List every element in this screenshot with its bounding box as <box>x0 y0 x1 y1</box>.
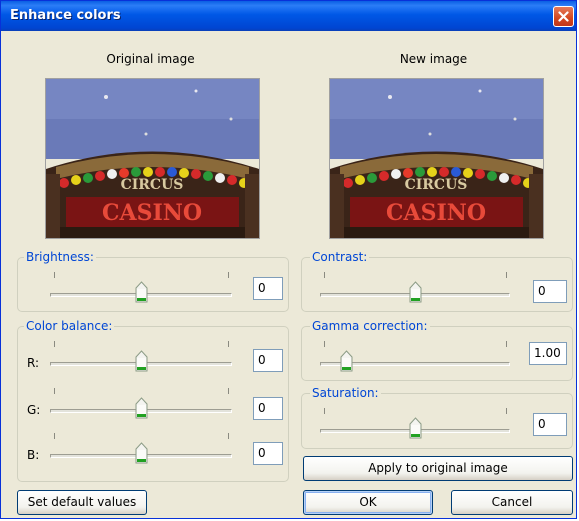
enhance-colors-dialog: Enhance colors Original image CIRCUS CAS… <box>0 0 577 519</box>
slider-tick <box>506 272 507 278</box>
new-image-label: New image <box>399 52 468 66</box>
set-default-values-button[interactable]: Set default values <box>17 490 147 515</box>
slider-tick <box>324 272 325 278</box>
saturation-slider[interactable] <box>320 408 510 438</box>
slider-tick <box>54 388 55 394</box>
contrast-value-field[interactable]: 0 <box>533 280 567 303</box>
dialog-title: Enhance colors <box>10 8 121 23</box>
brightness-value-field[interactable]: 0 <box>253 277 283 300</box>
red-channel-label: R: <box>27 356 40 370</box>
slider-tick <box>228 341 229 347</box>
sign-text-bottom: CASINO <box>386 200 486 226</box>
slider-tick <box>228 433 229 439</box>
saturation-label: Saturation: <box>310 386 381 400</box>
original-image-label: Original image <box>106 52 195 66</box>
blue-slider[interactable] <box>50 433 232 463</box>
gamma-slider[interactable] <box>320 341 510 371</box>
gamma-correction-label: Gamma correction: <box>310 319 430 333</box>
green-slider[interactable] <box>50 388 232 418</box>
brightness-slider[interactable] <box>50 272 232 302</box>
close-icon <box>558 11 569 22</box>
green-channel-label: G: <box>27 403 41 417</box>
cancel-button[interactable]: Cancel <box>451 490 573 515</box>
title-bar[interactable]: Enhance colors <box>1 1 576 31</box>
contrast-label: Contrast: <box>310 250 370 264</box>
color-balance-label: Color balance: <box>24 319 115 333</box>
slider-tick <box>54 341 55 347</box>
sign-text-top: CIRCUS <box>405 177 468 193</box>
slider-tick <box>506 341 507 347</box>
apply-to-original-button[interactable]: Apply to original image <box>303 456 573 481</box>
blue-value-field[interactable]: 0 <box>253 442 283 465</box>
red-slider[interactable] <box>50 341 232 371</box>
sign-text-bottom: CASINO <box>102 200 202 226</box>
brightness-group: Brightness: 0 <box>17 250 289 312</box>
saturation-value-field[interactable]: 0 <box>533 413 567 436</box>
slider-tick <box>54 433 55 439</box>
blue-channel-label: B: <box>27 448 40 462</box>
contrast-group: Contrast: 0 <box>301 250 573 312</box>
red-value-field[interactable]: 0 <box>253 349 283 372</box>
slider-thumb[interactable] <box>409 281 422 303</box>
slider-thumb[interactable] <box>135 442 148 464</box>
close-button[interactable] <box>553 6 574 27</box>
slider-tick <box>54 272 55 278</box>
original-image-preview: CIRCUS CASINO <box>45 78 260 239</box>
green-value-field[interactable]: 0 <box>253 397 283 420</box>
gamma-value-field[interactable]: 1.00 <box>529 342 567 365</box>
slider-tick <box>228 388 229 394</box>
slider-thumb[interactable] <box>135 281 148 303</box>
saturation-group: Saturation: 0 <box>301 386 573 449</box>
slider-thumb[interactable] <box>135 350 148 372</box>
slider-tick <box>228 272 229 278</box>
contrast-slider[interactable] <box>320 272 510 302</box>
slider-thumb[interactable] <box>409 417 422 439</box>
brightness-label: Brightness: <box>24 250 96 264</box>
slider-tick <box>506 408 507 414</box>
ok-button[interactable]: OK <box>303 490 433 515</box>
color-balance-group: Color balance: R: 0 G: 0 B: 0 <box>17 319 289 482</box>
slider-tick <box>324 408 325 414</box>
sign-text-top: CIRCUS <box>121 177 184 193</box>
new-image-preview: CIRCUS CASINO <box>329 78 544 239</box>
gamma-correction-group: Gamma correction: 1.00 <box>301 319 573 381</box>
slider-thumb[interactable] <box>135 397 148 419</box>
slider-tick <box>324 341 325 347</box>
slider-thumb[interactable] <box>340 350 353 372</box>
